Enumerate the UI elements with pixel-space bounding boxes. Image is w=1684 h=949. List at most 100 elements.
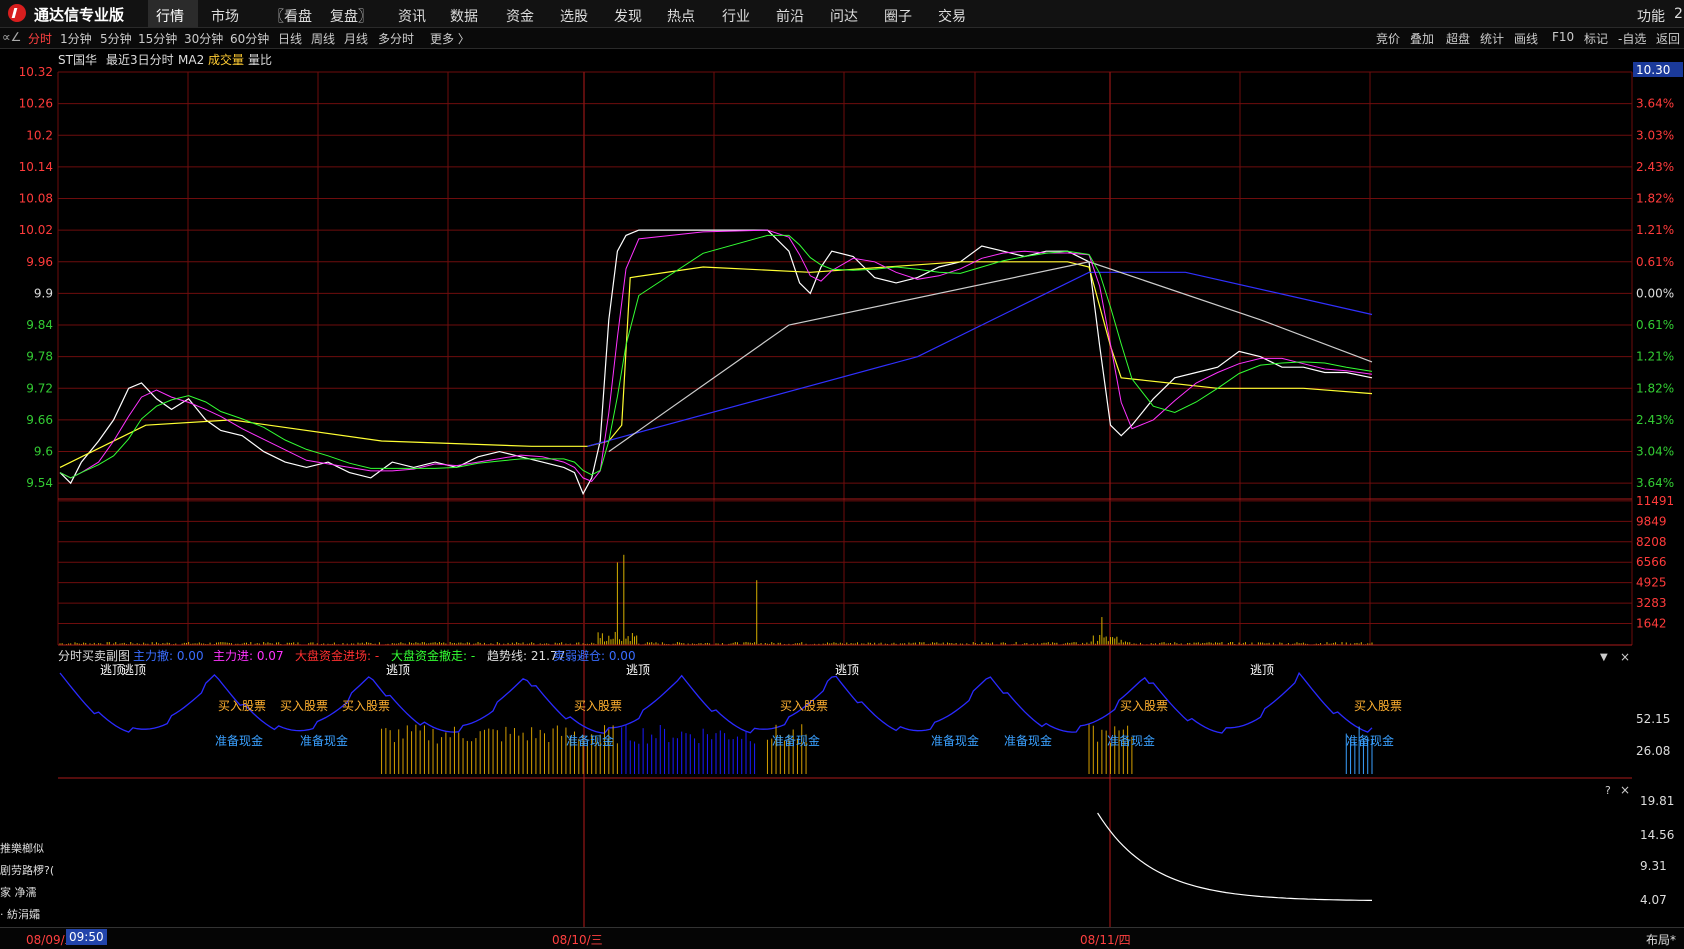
menu-item-7[interactable]: 选股	[560, 6, 588, 26]
menu-item-13[interactable]: 圈子	[884, 6, 912, 26]
signal-label: 准备现金	[1107, 733, 1155, 748]
period-tab-10[interactable]: 更多 〉	[430, 30, 470, 47]
date-label-3: 08/11/四	[1080, 933, 1131, 947]
price-tick-label: 9.9	[34, 286, 53, 300]
period-tab-2[interactable]: 5分钟	[100, 30, 132, 47]
pct-tick-label: 3.64%	[1636, 97, 1674, 111]
menu-item-2[interactable]: 〖看盘	[270, 6, 312, 26]
menu-item-6[interactable]: 资金	[506, 6, 534, 26]
signal-label: 准备现金	[1346, 733, 1394, 748]
menu-item-1[interactable]: 市场	[211, 6, 239, 26]
signal-label: 买入股票	[1120, 699, 1168, 713]
chart-header-item: 量比	[248, 53, 272, 67]
bottom-bar: 08/09/二 09:50 08/10/三 08/11/四 布局*	[0, 927, 1684, 949]
time-badge: 09:50	[66, 929, 107, 945]
period-tab-3[interactable]: 15分钟	[138, 30, 177, 47]
left-panel-line-4: · 紡涓孀	[0, 908, 40, 921]
signal-label: 买入股票	[218, 699, 266, 713]
signal-label: 准备现金	[1004, 733, 1052, 748]
ratio-tick-label: 9.31	[1640, 859, 1667, 873]
signal-label: 买入股票	[342, 699, 390, 713]
app-logo-icon	[8, 4, 26, 22]
signal-label: 准备现金	[931, 733, 979, 748]
ratio-close-icon: ×	[1620, 783, 1630, 797]
signal-label: 准备现金	[300, 733, 348, 748]
sub-header-item: 大盘资金撤走: -	[391, 648, 475, 663]
pct-tick-label: 2.43%	[1636, 413, 1674, 427]
toolbar-right-8[interactable]: 返回	[1656, 30, 1680, 47]
period-tab-5[interactable]: 60分钟	[230, 30, 269, 47]
menu-item-8[interactable]: 发现	[614, 6, 642, 26]
period-tab-0[interactable]: 分时	[28, 30, 52, 47]
volume-tick-label: 3283	[1636, 596, 1667, 610]
sub-tick-label: 26.08	[1636, 744, 1670, 758]
signal-label: 逃顶	[100, 663, 124, 677]
period-tab-9[interactable]: 多分时	[378, 30, 414, 47]
sub-header-item: 卖弱避仓: 0.00	[553, 649, 636, 663]
toolbar-right-3[interactable]: 统计	[1480, 30, 1504, 47]
signal-label: 逃顶	[835, 663, 859, 677]
app-title: 通达信专业版	[34, 6, 125, 24]
chart-svg[interactable]: 10.32 10.26 10.2 10.14 10.08 10.02 9.96 9.9 9.84…	[0, 49, 1684, 927]
price-tick-label: 10.32	[19, 65, 53, 79]
ratio-help-icon: ?	[1605, 784, 1611, 797]
toolbar-right-1[interactable]: 叠加	[1410, 30, 1434, 47]
period-tab-7[interactable]: 周线	[311, 30, 335, 47]
volume-tick-label: 8208	[1636, 535, 1667, 549]
toolbar-corner[interactable]: ∝∠	[2, 30, 21, 44]
toolbar-right-6[interactable]: 标记	[1584, 30, 1608, 47]
price-tick-label: 10.02	[19, 223, 53, 237]
toolbar-right-4[interactable]: 画线	[1514, 30, 1538, 47]
sub-close-icon: ×	[1620, 650, 1630, 664]
price-tick-label: 9.54	[26, 476, 53, 490]
volume-tick-label: 4925	[1636, 576, 1667, 590]
ratio-tick-label: 19.81	[1640, 794, 1674, 808]
menu-item-4[interactable]: 资讯	[398, 6, 426, 26]
period-tab-4[interactable]: 30分钟	[184, 30, 223, 47]
signal-label: 买入股票	[780, 699, 828, 713]
toolbar-right-0[interactable]: 竞价	[1376, 30, 1400, 47]
sub-header-item: 主力进: 0.07	[213, 649, 284, 663]
menu-item-0[interactable]: 行情	[156, 6, 184, 26]
pct-tick-label: 0.61%	[1636, 318, 1674, 332]
menu-item-12[interactable]: 问达	[830, 6, 858, 26]
menu-item-3[interactable]: 复盘〗	[330, 6, 372, 26]
pct-tick-label: 3.03%	[1636, 128, 1674, 142]
volume-tick-label: 11491	[1636, 494, 1674, 508]
pct-tick-label: 1.21%	[1636, 223, 1674, 237]
signal-label: 逃顶	[626, 663, 650, 677]
toolbar-right-5[interactable]: F10	[1552, 30, 1574, 44]
volume-tick-label: 9849	[1636, 514, 1667, 528]
pct-tick-label: 3.64%	[1636, 476, 1674, 490]
toolbar-right-2[interactable]: 超盘	[1446, 30, 1470, 47]
period-tab-1[interactable]: 1分钟	[60, 30, 92, 47]
signal-label: 买入股票	[574, 699, 622, 713]
ratio-tick-label: 14.56	[1640, 828, 1674, 842]
signal-label: 准备现金	[215, 733, 263, 748]
chart-header-item: 成交量	[208, 52, 244, 67]
price-tick-label: 10.26	[19, 97, 53, 111]
menu-item-11[interactable]: 前沿	[776, 6, 804, 26]
chart-header-item: ST国华	[58, 53, 97, 67]
price-tick-label: 9.78	[26, 350, 53, 364]
menu-bar: 通达信专业版 行情 市场 〖看盘 复盘〗 资讯 数据 资金 选股 发现 热点 行业 前沿 问达 圈子 交易 …	[0, 0, 1684, 28]
menu-item-5[interactable]: 数据	[450, 6, 478, 26]
pct-tick-label: 0.00%	[1636, 286, 1674, 300]
menu-extra[interactable]: 2	[1674, 6, 1683, 22]
period-tab-8[interactable]: 月线	[344, 30, 368, 47]
layout-button[interactable]: 布局*	[1646, 931, 1676, 948]
price-tick-label: 9.96	[26, 255, 53, 269]
chart-area[interactable]: 10.32 10.26 10.2 10.14 10.08 10.02 9.96 9.9 9.84…	[0, 49, 1684, 927]
period-tab-6[interactable]: 日线	[278, 30, 302, 47]
menu-item-9[interactable]: 热点	[667, 6, 695, 26]
date-label-2: 08/10/三	[552, 933, 603, 947]
price-tick-label: 9.84	[26, 318, 53, 332]
menu-item-10[interactable]: 行业	[722, 6, 750, 26]
menu-function[interactable]: 功能	[1637, 6, 1665, 26]
pct-tick-label: 2.43%	[1636, 160, 1674, 174]
menu-item-14[interactable]: 交易	[938, 6, 966, 26]
signal-label: 准备现金	[566, 733, 614, 748]
toolbar-right-7[interactable]: -自选	[1618, 30, 1646, 47]
pct-tick-label: 1.21%	[1636, 350, 1674, 364]
ratio-line	[1097, 812, 1372, 902]
